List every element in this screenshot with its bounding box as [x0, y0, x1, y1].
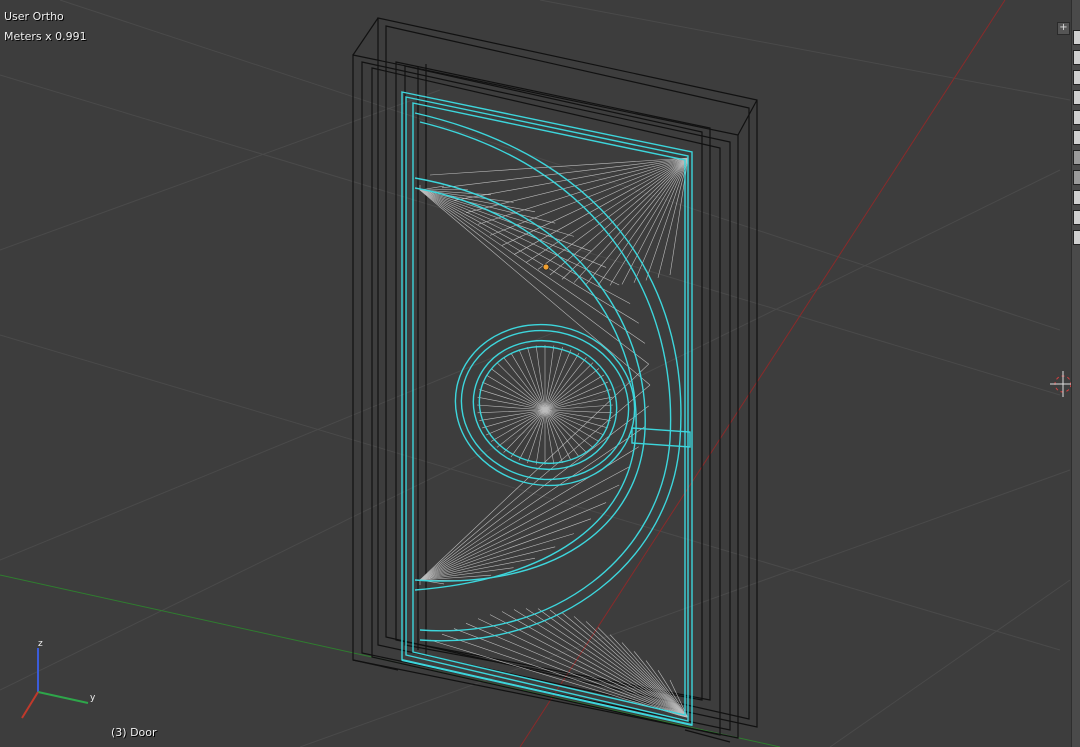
mesh-edge	[429, 157, 689, 176]
layer-toggle-icon[interactable]	[1073, 30, 1080, 45]
layer-toggle-icon[interactable]	[1073, 110, 1080, 125]
3d-viewport[interactable]: z y	[0, 0, 1080, 747]
layer-toggle-icon[interactable]	[1073, 190, 1080, 205]
mesh-edge	[549, 157, 689, 276]
units-scale-label: Meters x 0.991	[4, 30, 87, 43]
layer-toggle-icon[interactable]	[1073, 90, 1080, 105]
gizmo-z-label: z	[38, 639, 43, 649]
mesh-edge	[485, 374, 546, 411]
mesh-edge	[490, 368, 546, 411]
axis-gizmo-icon	[21, 648, 89, 719]
mesh-edge	[453, 157, 689, 201]
mesh-edge	[496, 409, 546, 448]
layer-toggle-icon[interactable]	[1073, 130, 1080, 145]
mesh-edge	[501, 157, 689, 246]
mesh-edge	[479, 389, 546, 411]
mesh-edge	[419, 189, 649, 365]
layer-toggle-icon[interactable]	[1073, 210, 1080, 225]
mesh-edge	[561, 612, 689, 718]
mesh-edge	[503, 409, 546, 453]
layer-toggle-icon[interactable]	[1073, 150, 1080, 165]
plus-icon[interactable]: +	[1057, 22, 1070, 35]
mesh-edge	[419, 502, 607, 581]
mesh-edge	[477, 157, 689, 225]
mesh-edge	[544, 409, 608, 429]
mesh-edge	[657, 157, 689, 278]
mesh-edge	[527, 409, 546, 464]
mesh-edge	[544, 346, 563, 411]
mesh-edge	[419, 533, 574, 581]
mesh-edge	[489, 157, 689, 236]
mesh-edge	[419, 189, 639, 324]
mesh-edge	[527, 346, 546, 411]
mesh-edge	[544, 409, 587, 453]
mesh-edge	[544, 409, 594, 448]
mesh-edge	[544, 368, 600, 411]
layer-toggle-icon[interactable]	[1073, 230, 1080, 245]
properties-region-edge[interactable]	[1071, 0, 1080, 747]
layer-toggle-icon[interactable]	[1073, 170, 1080, 185]
layer-toggle-icon[interactable]	[1073, 70, 1080, 85]
mesh-edge	[419, 426, 646, 581]
mesh-edge	[645, 157, 689, 281]
active-object-label: (3) Door	[111, 726, 157, 739]
mesh-edge	[585, 157, 689, 285]
mesh-edge	[441, 157, 689, 189]
gizmo-y-label: y	[90, 693, 96, 703]
mesh-edge	[419, 405, 649, 581]
mesh-edge	[513, 609, 689, 718]
mesh-edge	[544, 374, 605, 411]
object-origin-dot	[542, 263, 550, 271]
layer-toggle-icon[interactable]	[1073, 50, 1080, 65]
mesh-edge	[419, 189, 574, 237]
mesh-edge	[482, 409, 546, 429]
view-name-label: User Ortho	[4, 10, 64, 23]
mesh-edge	[419, 484, 620, 581]
mesh-edge	[419, 466, 631, 581]
mesh-edge	[477, 396, 546, 411]
